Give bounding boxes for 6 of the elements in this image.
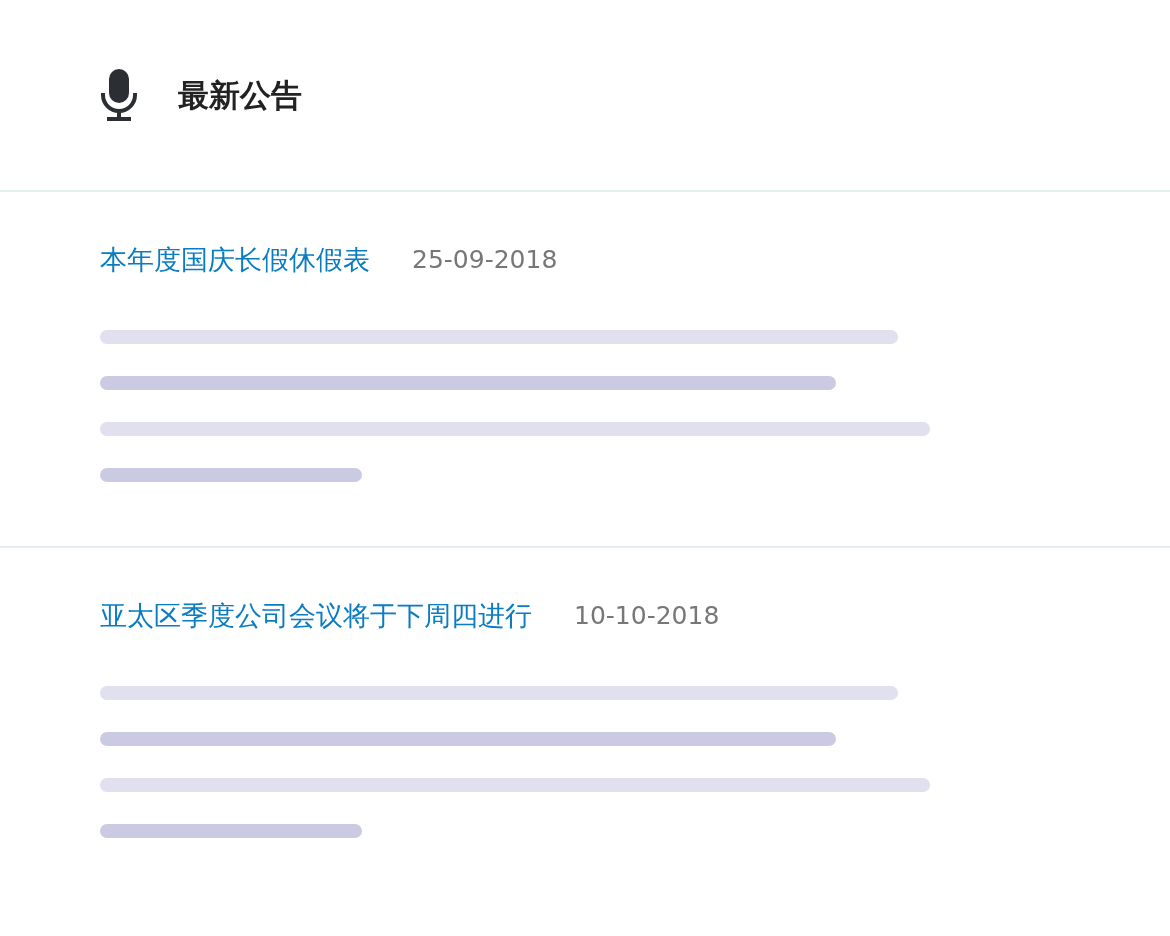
announcement-date: 25-09-2018 (412, 244, 558, 276)
microphone-icon (100, 69, 138, 121)
announcement-link[interactable]: 本年度国庆长假休假表 (100, 242, 370, 278)
announcement-link[interactable]: 亚太区季度公司会议将于下周四进行 (100, 598, 532, 634)
announcement-date: 10-10-2018 (574, 600, 720, 632)
section-title: 最新公告 (178, 75, 302, 115)
